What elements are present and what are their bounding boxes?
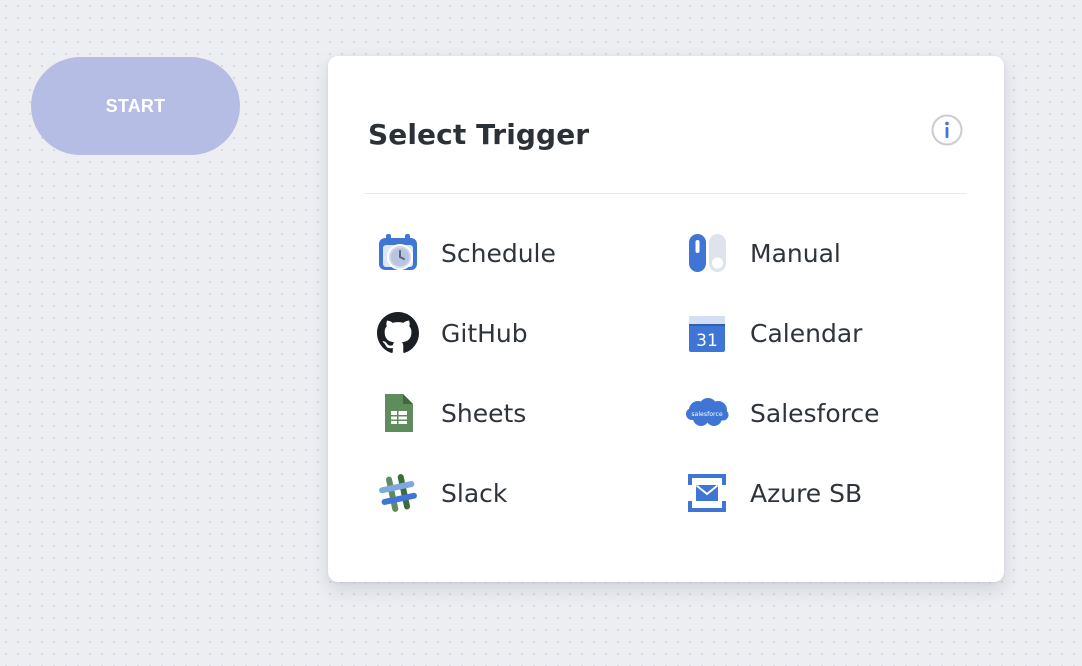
trigger-manual[interactable]: Manual: [685, 228, 945, 278]
trigger-label: Azure SB: [750, 478, 863, 508]
start-node-label: START: [105, 95, 166, 116]
trigger-label: Salesforce: [750, 398, 880, 428]
trigger-slack[interactable]: Slack: [376, 468, 636, 518]
trigger-calendar[interactable]: 31 Calendar: [685, 308, 945, 358]
trigger-label: GitHub: [441, 318, 528, 348]
github-icon: [376, 311, 420, 355]
trigger-label: Calendar: [750, 318, 863, 348]
calendar-icon: 31: [685, 311, 729, 355]
azure-service-bus-icon: [685, 471, 729, 515]
salesforce-icon: salesforce: [685, 391, 729, 435]
trigger-label: Slack: [441, 478, 508, 508]
trigger-label: Manual: [750, 238, 841, 268]
panel-divider: [364, 193, 967, 194]
salesforce-icon-text: salesforce: [691, 411, 723, 418]
calendar-icon-day: 31: [696, 331, 718, 351]
trigger-sheets[interactable]: Sheets: [376, 388, 636, 438]
trigger-label: Schedule: [441, 238, 556, 268]
manual-toggle-icon: [685, 231, 729, 275]
trigger-label: Sheets: [441, 398, 527, 428]
slack-icon: [376, 471, 420, 515]
select-trigger-panel: Select Trigger Schedule Manual GitHub 31…: [328, 56, 1004, 582]
panel-title: Select Trigger: [368, 118, 590, 151]
sheets-icon: [376, 391, 420, 435]
info-circle-icon[interactable]: [931, 114, 963, 146]
schedule-clock-icon: [376, 231, 420, 275]
trigger-azure-sb[interactable]: Azure SB: [685, 468, 945, 518]
trigger-schedule[interactable]: Schedule: [376, 228, 636, 278]
trigger-salesforce[interactable]: salesforce Salesforce: [685, 388, 945, 438]
start-node[interactable]: START: [31, 57, 240, 155]
trigger-github[interactable]: GitHub: [376, 308, 636, 358]
